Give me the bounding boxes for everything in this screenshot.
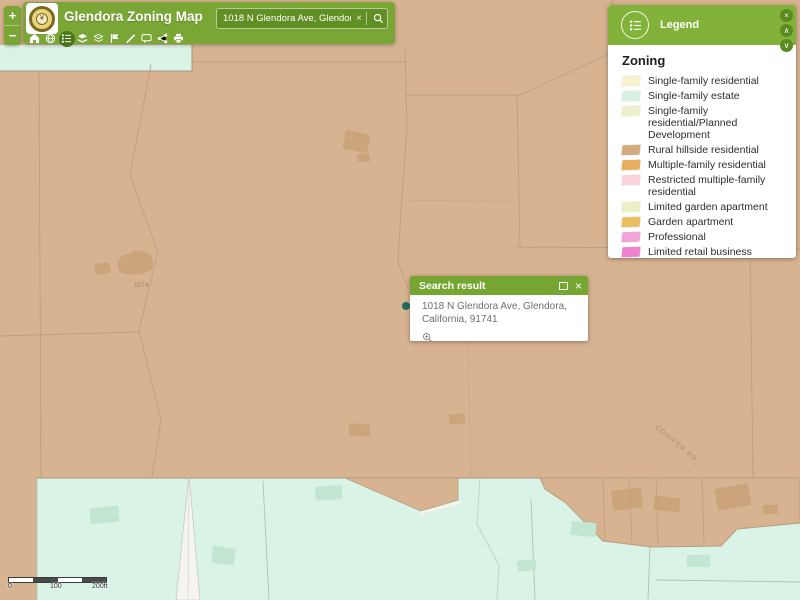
legend-item-label: Garden apartment: [648, 216, 733, 228]
city-seal-logo: ¥: [26, 3, 58, 34]
legend-item: Restricted multiple-family residential: [622, 174, 784, 198]
layer-list-icon[interactable]: [77, 33, 88, 44]
legend-item: Limited garden apartment: [622, 201, 784, 213]
legend-item-label: Single-family residential/Planned Develo…: [648, 105, 784, 141]
legend-header[interactable]: Legend × ∧ ∨: [608, 5, 796, 45]
zoom-controls: + −: [4, 6, 21, 45]
search-box: ×: [216, 8, 388, 29]
legend-item-label: Restricted multiple-family residential: [648, 174, 784, 198]
popup-address-line2: California, 91741: [422, 314, 578, 327]
bookmarks-icon[interactable]: [109, 33, 120, 44]
popup-title: Search result: [419, 280, 559, 292]
zoom-in-button[interactable]: +: [4, 6, 21, 25]
home-icon[interactable]: [29, 33, 40, 44]
legend-title: Legend: [660, 5, 699, 45]
legend-item: Multiple-family residential: [622, 159, 784, 171]
legend-item-label: Limited garden apartment: [648, 201, 768, 213]
search-input[interactable]: [217, 13, 354, 24]
toolbar: [29, 32, 184, 45]
about-icon[interactable]: [141, 33, 152, 44]
scale-label-mid: 100: [50, 583, 62, 590]
popup-body: 1018 N Glendora Ave, Glendora, Californi…: [410, 295, 588, 348]
map-application: 1074 CONIFER RD + − ¥ Glendora Zoning Ma…: [0, 0, 800, 600]
popup-maximize-icon[interactable]: [559, 282, 568, 290]
search-clear-icon[interactable]: ×: [354, 14, 364, 24]
popup-header: Search result ×: [410, 276, 588, 295]
legend-item-label: Multiple-family residential: [648, 159, 766, 171]
legend-collapse-icon[interactable]: ∧: [780, 24, 793, 37]
legend-item-label: Limited retail business: [648, 246, 752, 258]
legend-item: Limited retail business: [622, 246, 784, 258]
search-result-marker: [402, 302, 410, 310]
legend-item-label: Professional: [648, 231, 706, 243]
draw-icon[interactable]: [125, 33, 136, 44]
search-result-popup: Search result × 1018 N Glendora Ave, Gle…: [410, 276, 588, 341]
legend-item-label: Rural hillside residential: [648, 144, 759, 156]
app-header: ¥ Glendora Zoning Map ×: [23, 2, 395, 44]
legend-item: Garden apartment: [622, 216, 784, 228]
scale-label-end: 200ft: [92, 583, 108, 590]
scale-label-zero: 0: [8, 583, 12, 590]
legend-swatch: [621, 232, 640, 243]
legend-panel: Legend × ∧ ∨ Zoning Single-family reside…: [608, 5, 796, 258]
legend-item-label: Single-family estate: [648, 90, 740, 102]
parcel-number-label: 1074: [134, 282, 149, 289]
share-icon[interactable]: [157, 33, 168, 44]
legend-swatch: [621, 175, 640, 186]
print-icon[interactable]: [173, 33, 184, 44]
legend-swatch: [621, 76, 640, 87]
legend-item-label: Single-family residential: [648, 75, 759, 87]
seal-tree-icon: ¥: [36, 13, 48, 25]
scale-bar: 0 100 200ft: [8, 577, 108, 591]
divider: [366, 12, 367, 25]
legend-item: Single-family residential: [622, 75, 784, 87]
legend-section-title: Zoning: [622, 53, 784, 68]
legend-swatch: [621, 145, 640, 156]
legend-item: Professional: [622, 231, 784, 243]
legend-swatch: [621, 106, 640, 117]
legend-item: Rural hillside residential: [622, 144, 784, 156]
legend-item: Single-family estate: [622, 90, 784, 102]
zoom-to-icon[interactable]: [422, 330, 433, 348]
basemap-gallery-icon[interactable]: [93, 33, 104, 44]
legend-swatch: [621, 217, 640, 228]
popup-close-icon[interactable]: ×: [575, 280, 582, 292]
popup-address-line1: 1018 N Glendora Ave, Glendora,: [422, 301, 578, 314]
legend-panel-icon: [621, 11, 649, 39]
legend-swatch: [621, 247, 640, 258]
legend-swatch: [621, 160, 640, 171]
legend-swatch: [621, 202, 640, 213]
legend-items: Single-family residential Single-family e…: [622, 75, 784, 258]
legend-body: Zoning Single-family residentialSingle-f…: [608, 45, 796, 258]
app-title: Glendora Zoning Map: [64, 9, 203, 24]
zoom-out-button[interactable]: −: [4, 25, 21, 45]
legend-close-icon[interactable]: ×: [780, 9, 793, 22]
legend-expand-icon[interactable]: ∨: [780, 39, 793, 52]
legend-item: Single-family residential/Planned Develo…: [622, 105, 784, 141]
legend-icon[interactable]: [61, 33, 72, 44]
search-icon[interactable]: [369, 9, 387, 28]
legend-swatch: [621, 91, 640, 102]
full-extent-icon[interactable]: [45, 33, 56, 44]
